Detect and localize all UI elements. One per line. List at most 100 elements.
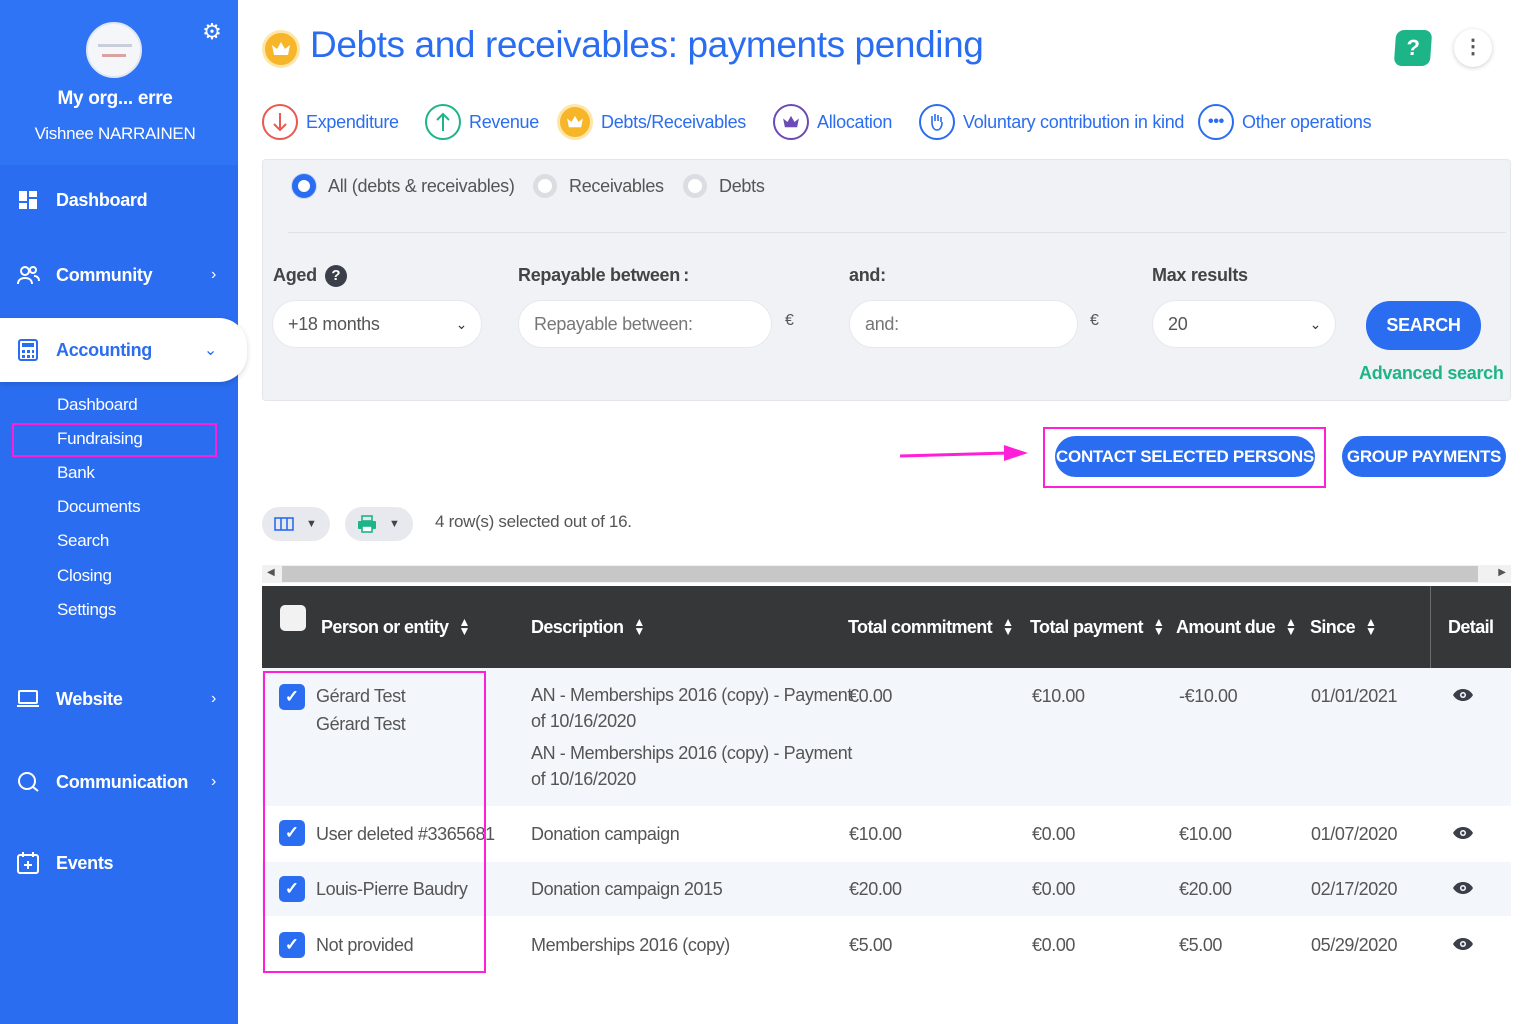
chevron-right-icon: › [210,773,216,790]
caret-down-icon: ▼ [306,518,317,530]
radio-selected-icon [292,174,316,198]
sidebar-item-community[interactable]: Community › [0,247,238,303]
column-detail: Detail [1448,616,1494,637]
sidebar-sub-dashboard[interactable]: Dashboard [57,395,138,415]
group-payments-button[interactable]: GROUP PAYMENTS [1342,436,1506,477]
sidebar-sub-bank[interactable]: Bank [57,463,95,483]
chevron-right-icon: › [210,690,216,707]
column-label: Person or entity [321,616,449,637]
select-all-checkbox[interactable] [280,605,306,631]
chevron-right-icon: › [210,266,216,283]
crown-icon [262,30,300,68]
dashboard-icon [16,188,40,212]
org-avatar[interactable] [86,22,142,78]
print-export-button[interactable]: ▼ [345,507,413,541]
sidebar-item-accounting[interactable]: Accounting ⌄ [0,318,247,382]
column-total-commitment[interactable]: Total commitment ▲ ▼ [848,586,1014,668]
tab-other-operations[interactable]: ••• Other operations [1198,102,1372,142]
sort-icon: ▲ ▼ [1285,615,1297,638]
sidebar-sub-closing[interactable]: Closing [57,566,112,586]
printer-icon [358,515,376,533]
contact-selected-persons-button[interactable]: CONTACT SELECTED PERSONS [1055,436,1315,477]
radio-label: All (debts & receivables) [328,175,515,196]
sidebar-item-label: Events [56,852,114,873]
sort-icon: ▲ ▼ [1002,615,1014,638]
aged-select-value: +18 months [288,313,380,334]
description-cell: AN - Memberships 2016 (copy) - Payment o… [531,682,852,792]
tab-label: Allocation [817,111,893,132]
sidebar-item-label: Communication [56,771,189,792]
help-icon[interactable]: ? [324,265,347,288]
help-button[interactable]: ? [1393,30,1433,66]
column-person[interactable]: Person or entity ▲ ▼ [321,586,470,668]
advanced-search-link[interactable]: Advanced search [1359,363,1504,384]
radio-unselected-icon [533,174,557,198]
horizontal-scrollbar[interactable]: ◀ ▶ [262,565,1511,583]
sidebar-sub-settings[interactable]: Settings [57,600,116,620]
tab-label: Debts/Receivables [601,111,746,132]
radio-receivables[interactable]: Receivables [533,174,664,198]
sort-icon: ▲ ▼ [633,615,645,638]
repayable-min-input[interactable]: Repayable between: [518,300,772,348]
sort-icon: ▲ ▼ [1152,615,1165,638]
columns-toggle-button[interactable]: ▼ [262,507,330,541]
since-cell: 05/29/2020 [1311,935,1398,955]
sidebar-item-label: Website [56,688,123,709]
dots-icon: ••• [1198,104,1234,140]
crown-icon [557,104,593,140]
column-since[interactable]: Since ▲ ▼ [1310,586,1377,668]
tab-allocation[interactable]: Allocation [773,102,892,142]
caret-down-icon: ▼ [389,518,400,530]
repayable-max-input[interactable]: and: [849,300,1078,348]
sidebar-item-dashboard[interactable]: Dashboard [0,172,238,228]
sidebar-sub-search[interactable]: Search [57,531,109,551]
user-name: Vishnee NARRAINEN [34,124,196,143]
amount-due-cell: €20.00 [1179,879,1232,899]
max-results-select[interactable]: 20 ⌄ [1152,300,1336,348]
radio-all[interactable]: All (debts & receivables) [292,174,515,198]
eye-icon[interactable] [1452,937,1474,951]
tab-debts-receivables[interactable]: Debts/Receivables [557,102,746,142]
column-amount-due[interactable]: Amount due ▲ ▼ [1176,586,1297,668]
tab-voluntary-contribution[interactable]: Voluntary contribution in kind [919,102,1184,142]
sidebar-sub-documents[interactable]: Documents [57,497,141,517]
scroll-right-icon[interactable]: ▶ [1498,567,1506,578]
chevron-down-icon: ⌄ [1309,315,1322,332]
sidebar-item-events[interactable]: Events [0,835,238,891]
sort-icon: ▲ ▼ [1365,615,1377,638]
eye-icon[interactable] [1452,688,1474,702]
column-total-payment[interactable]: Total payment ▲ ▼ [1030,586,1165,668]
column-label: Total commitment [848,616,993,637]
aged-select[interactable]: +18 months ⌄ [272,300,482,348]
sidebar-item-communication[interactable]: Communication › [0,754,238,810]
scroll-left-icon[interactable]: ◀ [267,567,275,578]
gear-icon[interactable]: ⚙ [200,20,224,44]
eye-icon[interactable] [1452,881,1474,895]
column-label: Description [531,616,624,637]
sidebar-item-website[interactable]: Website › [0,671,238,727]
aged-label: Aged? [273,265,347,288]
search-button[interactable]: SEARCH [1366,301,1481,350]
filter-divider [288,232,1506,233]
total-payment-cell: €0.00 [1032,879,1076,899]
eye-icon[interactable] [1452,826,1474,840]
column-description[interactable]: Description ▲ ▼ [531,586,645,668]
tab-expenditure[interactable]: Expenditure [262,102,399,142]
org-name[interactable]: My org... erre [0,88,230,110]
tab-label: Voluntary contribution in kind [963,111,1185,132]
max-results-label: Max results [1152,265,1248,285]
total-commitment-cell: €0.00 [849,686,893,706]
radio-debts[interactable]: Debts [683,174,765,198]
tab-revenue[interactable]: Revenue [425,102,539,142]
radio-label: Debts [719,175,765,196]
more-options-icon[interactable]: ⋮ [1454,29,1492,67]
scroll-thumb[interactable] [282,566,1478,582]
tab-label: Other operations [1242,111,1372,132]
description-line: of 10/16/2020 [531,711,636,731]
total-payment-cell: €10.00 [1032,686,1085,706]
fundraising-highlight-box [12,423,217,457]
description-cell: Donation campaign [531,824,680,844]
calculator-icon [16,338,40,362]
selection-info: 4 row(s) selected out of 16. [435,512,632,531]
radio-label: Receivables [569,175,664,196]
